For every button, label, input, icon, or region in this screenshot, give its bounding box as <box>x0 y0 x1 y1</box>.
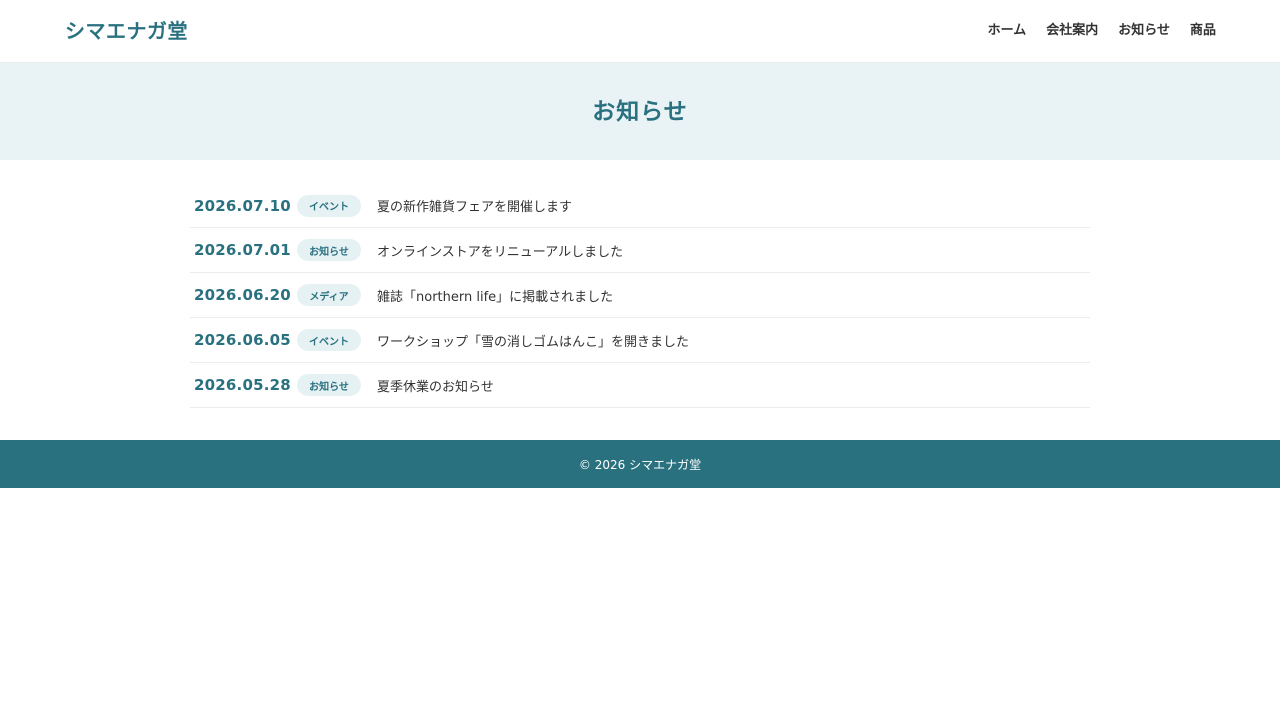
news-list: 2026.07.10 イベント 夏の新作雑貨フェアを開催します 2026.07.… <box>190 184 1090 408</box>
category-badge: イベント <box>297 329 361 351</box>
news-date: 2026.06.05 <box>194 331 291 349</box>
nav-link-news[interactable]: お知らせ <box>1118 21 1170 41</box>
category-badge: お知らせ <box>297 374 361 396</box>
nav-link-company[interactable]: 会社案内 <box>1046 21 1098 41</box>
news-date: 2026.05.28 <box>194 376 291 394</box>
news-title-link[interactable]: 雑誌「northern life」に掲載されました <box>377 286 613 305</box>
news-date: 2026.07.10 <box>194 196 291 215</box>
news-title-link[interactable]: 夏季休業のお知らせ <box>377 376 494 395</box>
nav-link-home[interactable]: ホーム <box>988 21 1027 41</box>
site-header: シマエナガ堂 ホーム 会社案内 お知らせ 商品 <box>0 0 1280 63</box>
page-hero: お知らせ <box>0 63 1280 160</box>
news-date: 2026.06.20 <box>194 286 291 304</box>
news-item[interactable]: 2026.06.05 イベント ワークショップ「雪の消しゴムはんこ」を開きました <box>190 318 1090 363</box>
news-title-link[interactable]: 夏の新作雑貨フェアを開催します <box>377 196 572 215</box>
main-nav: ホーム 会社案内 お知らせ 商品 <box>988 21 1216 41</box>
news-date: 2026.07.01 <box>194 241 291 259</box>
category-badge: メディア <box>297 284 361 306</box>
news-title-link[interactable]: オンラインストアをリニューアルしました <box>377 241 623 260</box>
news-item[interactable]: 2026.05.28 お知らせ 夏季休業のお知らせ <box>190 363 1090 408</box>
news-item[interactable]: 2026.07.01 お知らせ オンラインストアをリニューアルしました <box>190 228 1090 273</box>
news-item[interactable]: 2026.06.20 メディア 雑誌「northern life」に掲載されまし… <box>190 273 1090 318</box>
page-title: お知らせ <box>592 98 688 125</box>
category-badge: お知らせ <box>297 239 361 261</box>
news-title-link[interactable]: ワークショップ「雪の消しゴムはんこ」を開きました <box>377 331 689 350</box>
site-logo[interactable]: シマエナガ堂 <box>65 17 188 45</box>
category-badge: イベント <box>297 194 361 217</box>
site-footer: © 2026 シマエナガ堂 <box>0 440 1280 488</box>
nav-link-products[interactable]: 商品 <box>1190 21 1216 41</box>
news-item[interactable]: 2026.07.10 イベント 夏の新作雑貨フェアを開催します <box>190 184 1090 228</box>
copyright-text: © 2026 シマエナガ堂 <box>578 457 702 472</box>
